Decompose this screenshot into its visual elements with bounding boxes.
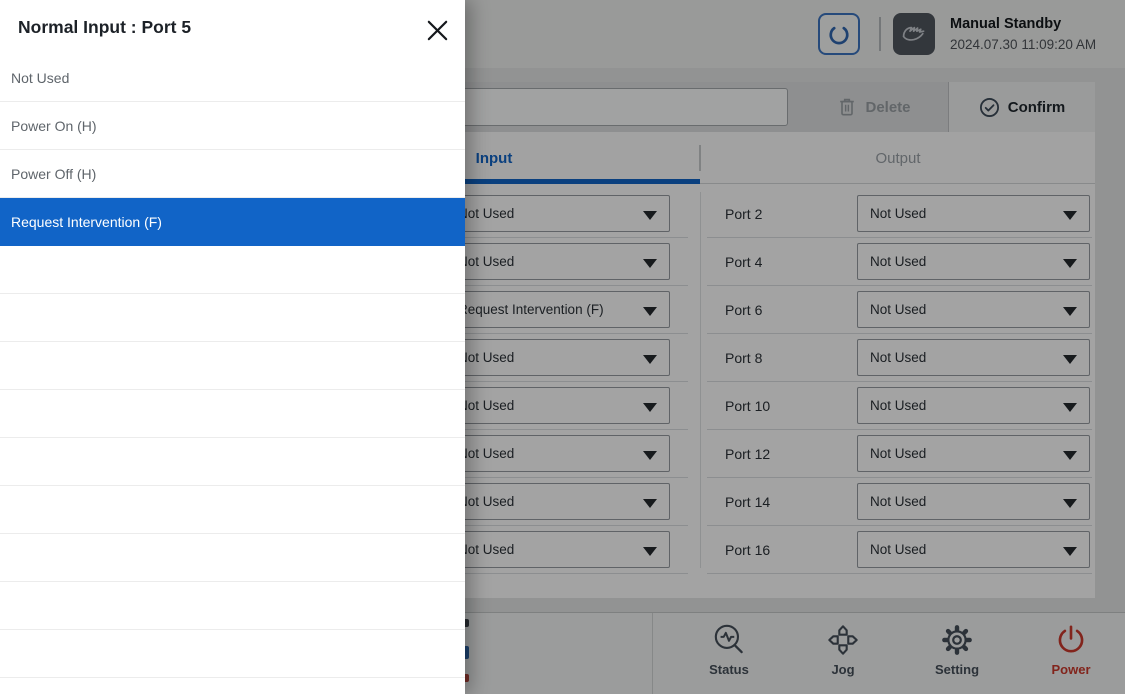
empty-option-row [0, 390, 465, 438]
close-button[interactable] [419, 12, 455, 48]
close-icon [425, 18, 450, 43]
empty-option-row [0, 630, 465, 678]
modal-title: Normal Input : Port 5 [18, 17, 191, 38]
app-screen: Manual Standby 2024.07.30 11:09:20 AM De… [0, 0, 1125, 694]
option-not-used[interactable]: Not Used [0, 54, 465, 102]
option-label: Power On (H) [11, 118, 97, 134]
port-option-modal: Normal Input : Port 5 Not Used Power On … [0, 0, 465, 694]
empty-option-row [0, 582, 465, 630]
option-request-intervention[interactable]: Request Intervention (F) [0, 198, 465, 246]
modal-header: Normal Input : Port 5 [0, 0, 465, 54]
empty-option-row [0, 438, 465, 486]
option-label: Not Used [11, 70, 69, 86]
empty-option-row [0, 342, 465, 390]
option-label: Request Intervention (F) [11, 214, 162, 230]
empty-option-row [0, 534, 465, 582]
empty-option-row [0, 486, 465, 534]
empty-option-row [0, 246, 465, 294]
option-power-on[interactable]: Power On (H) [0, 102, 465, 150]
option-label: Power Off (H) [11, 166, 96, 182]
empty-option-row [0, 678, 465, 694]
empty-option-row [0, 294, 465, 342]
option-power-off[interactable]: Power Off (H) [0, 150, 465, 198]
